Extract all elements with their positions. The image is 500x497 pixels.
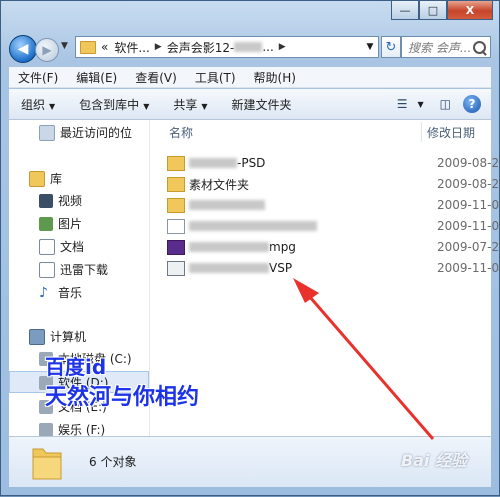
red-arrow-annotation [293,278,435,440]
explorer-window: — □ X ◀ ▶ ▼ « 软件... ▶ 会声会影12- ... ▶ ▼ ↻ … [0,0,500,496]
